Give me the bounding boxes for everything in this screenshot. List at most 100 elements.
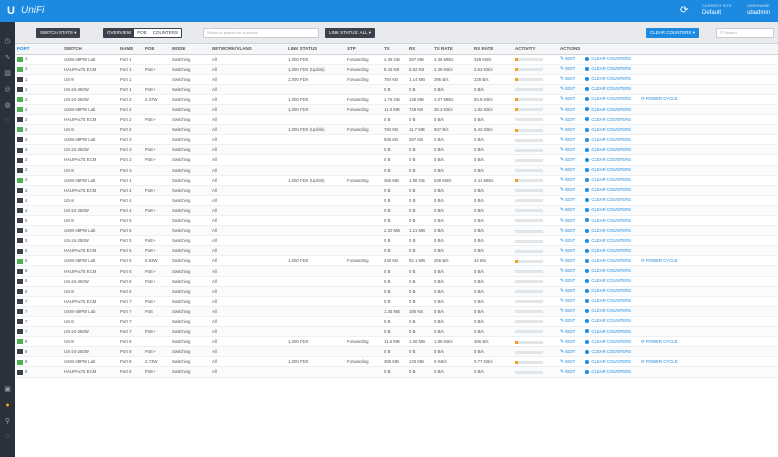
table-row[interactable]: 2 HAUPAx75 ECM Port 2 PoE+ Switching All 0 B0 …: [15, 114, 778, 126]
table-row[interactable]: 6 USW-48PW Lab Port 6 5.83W Switching All 1,00…: [15, 255, 778, 267]
site-selector[interactable]: Default: [702, 10, 721, 16]
table-row[interactable]: 5 US-24-250W Port 5 PoE+ Switching All 0 B0 B0…: [15, 235, 778, 247]
table-row[interactable]: 7 US-8 Port 7 Switching All 0 B0 B0 B/s 0 B/s ✎…: [15, 316, 778, 328]
edit-button[interactable]: ✎ EDIT: [560, 329, 575, 335]
edit-button[interactable]: ✎ EDIT: [560, 157, 575, 163]
clear-counters-link[interactable]: CLEAR COUNTERS: [585, 127, 631, 132]
table-row[interactable]: 1 HAUPAx75 ECM Port 1 PoE+ Switching All 1,000…: [15, 64, 778, 75]
edit-button[interactable]: ✎ EDIT: [560, 137, 575, 143]
edit-button[interactable]: ✎ EDIT: [560, 147, 575, 153]
clear-counters-link[interactable]: CLEAR COUNTERS: [585, 147, 631, 152]
table-row[interactable]: 2 US-8 Port 2 Switching All 1,000 FDX (Uplink…: [15, 124, 778, 136]
table-row[interactable]: 3 USW-48PW Lab Port 3 Switching All 936 KB 297…: [15, 134, 778, 146]
table-row[interactable]: 3 US-8 Port 3 Switching All 0 B0 B0 B/s 0 B/s ✎…: [15, 165, 778, 176]
edit-button[interactable]: ✎ EDIT: [560, 107, 575, 113]
table-row[interactable]: 4 US-8 Port 4 Switching All 0 B0 B0 B/s 0 B/s ✎…: [15, 195, 778, 206]
table-row[interactable]: 2 USW-48PW Lab Port 2 Switching All 1,000 FDX…: [15, 104, 778, 116]
table-row[interactable]: 1 US-8 Port 1 Switching All 1,000 FDX Forwardi…: [15, 74, 778, 85]
edit-button[interactable]: ✎ EDIT: [560, 117, 575, 123]
edit-button[interactable]: ✎ EDIT: [560, 238, 575, 244]
table-row[interactable]: 7 USW-48PW Lab Port 7 PoE Switching All 1.35 M…: [15, 306, 778, 317]
insights-icon[interactable]: ♡: [2, 116, 13, 127]
clear-counters-link[interactable]: CLEAR COUNTERS: [585, 318, 631, 323]
device-search-input[interactable]: Select or search for a device: [203, 28, 319, 38]
edit-button[interactable]: ✎ EDIT: [560, 218, 575, 224]
table-row[interactable]: 8 HAUPAx75 ECM Port 8 PoE+ Switching All 0 B0 …: [15, 366, 778, 378]
clear-counters-link[interactable]: CLEAR COUNTERS: [585, 369, 631, 374]
edit-button[interactable]: ✎ EDIT: [560, 369, 575, 375]
clear-counters-link[interactable]: CLEAR COUNTERS: [585, 157, 631, 162]
table-row[interactable]: 8 USW-48PW Lab Port 8 2.73W Switching All 1,00…: [15, 356, 778, 368]
clear-counters-button[interactable]: CLEAR COUNTERS ▾: [646, 28, 700, 38]
table-search-input[interactable]: ⚲ Search: [716, 28, 774, 38]
edit-button[interactable]: ✎ EDIT: [560, 308, 575, 314]
power-cycle-link[interactable]: ⟳ POWER CYCLE: [641, 359, 678, 364]
refresh-icon[interactable]: ⟳: [680, 5, 688, 16]
edit-button[interactable]: ✎ EDIT: [560, 228, 575, 234]
table-row[interactable]: 6 HAUPAx75 ECM Port 6 PoE+ Switching All 0 B0 …: [15, 265, 778, 277]
link-status-dropdown[interactable]: LINK STATUS: ALL ▾: [325, 28, 375, 38]
clear-counters-link[interactable]: CLEAR COUNTERS: [585, 248, 631, 253]
clear-counters-link[interactable]: CLEAR COUNTERS: [585, 278, 631, 283]
clear-counters-link[interactable]: CLEAR COUNTERS: [585, 349, 631, 354]
edit-button[interactable]: ✎ EDIT: [560, 288, 575, 294]
column-header[interactable]: POE: [143, 44, 170, 55]
clear-counters-link[interactable]: CLEAR COUNTERS: [585, 298, 631, 303]
table-row[interactable]: 8 US-24-250W Port 8 PoE+ Switching All 0 B0 B0…: [15, 346, 778, 358]
clear-counters-link[interactable]: CLEAR COUNTERS: [585, 187, 631, 192]
edit-button[interactable]: ✎ EDIT: [560, 359, 575, 365]
column-header[interactable]: ACTIONS: [558, 44, 778, 55]
table-row[interactable]: 7 HAUPAx75 ECM Port 7 PoE+ Switching All 0 B0 …: [15, 296, 778, 307]
search-icon[interactable]: ⚲: [2, 416, 13, 427]
clear-counters-link[interactable]: CLEAR COUNTERS: [585, 268, 631, 273]
clear-counters-link[interactable]: CLEAR COUNTERS: [585, 66, 631, 71]
column-header[interactable]: RX: [407, 44, 432, 55]
clear-counters-link[interactable]: CLEAR COUNTERS: [585, 137, 631, 142]
table-row[interactable]: 5 USW-48PW Lab Port 5 Switching All 2.22 MB 1.…: [15, 225, 778, 237]
column-header[interactable]: TX RATE: [432, 44, 472, 55]
edit-button[interactable]: ✎ EDIT: [560, 278, 575, 284]
clear-counters-link[interactable]: CLEAR COUNTERS: [585, 96, 631, 101]
devices-icon[interactable]: ◎: [2, 84, 13, 95]
clear-counters-link[interactable]: CLEAR COUNTERS: [585, 228, 631, 233]
column-header[interactable]: SWITCH: [62, 44, 118, 55]
clear-counters-link[interactable]: CLEAR COUNTERS: [585, 56, 631, 61]
table-row[interactable]: 2 US-24-250W Port 2 4.37W Switching All 1,000 …: [15, 94, 778, 105]
edit-button[interactable]: ✎ EDIT: [560, 86, 575, 92]
column-header[interactable]: PORT: [15, 44, 62, 55]
edit-button[interactable]: ✎ EDIT: [560, 349, 575, 355]
column-header[interactable]: RX RATE: [472, 44, 513, 55]
clear-counters-link[interactable]: CLEAR COUNTERS: [585, 238, 631, 243]
edit-button[interactable]: ✎ EDIT: [560, 127, 575, 133]
edit-button[interactable]: ✎ EDIT: [560, 248, 575, 254]
column-header[interactable]: LINK STATUS: [286, 44, 345, 55]
table-row[interactable]: 1 USW-48PW Lab Port 1 Switching All 1,000 FDX…: [15, 54, 778, 65]
clear-counters-link[interactable]: CLEAR COUNTERS: [585, 76, 631, 81]
switch-stats-dropdown[interactable]: SWITCH STATS ▾: [36, 28, 81, 38]
table-row[interactable]: 8 US-8 Port 8 Switching All 1,000 FDX Forwardi…: [15, 336, 778, 348]
table-row[interactable]: 5 US-8 Port 5 Switching All 0 B0 B0 B/s 0 B/s ✎…: [15, 215, 778, 227]
clear-counters-link[interactable]: CLEAR COUNTERS: [585, 86, 631, 91]
table-row[interactable]: 3 US-24-250W Port 3 PoE+ Switching All 0 B0 B0…: [15, 144, 778, 156]
edit-button[interactable]: ✎ EDIT: [560, 197, 575, 203]
clear-counters-link[interactable]: CLEAR COUNTERS: [585, 197, 631, 202]
column-header[interactable]: ACTIVITY: [513, 44, 558, 55]
clear-counters-link[interactable]: CLEAR COUNTERS: [585, 207, 631, 212]
power-cycle-link[interactable]: ⟳ POWER CYCLE: [641, 258, 678, 263]
clear-counters-link[interactable]: CLEAR COUNTERS: [585, 288, 631, 293]
clear-counters-link[interactable]: CLEAR COUNTERS: [585, 308, 631, 313]
column-header[interactable]: TX: [382, 44, 407, 55]
statistics-icon[interactable]: ∿: [2, 52, 13, 63]
column-header[interactable]: STP: [345, 44, 382, 55]
table-row[interactable]: 1 US-24-250W Port 1 PoE+ Switching All 0 B0 B0…: [15, 84, 778, 95]
tab-poe[interactable]: POE: [134, 29, 150, 37]
table-row[interactable]: 3 HAUPAx75 ECM Port 3 PoE+ Switching All 0 B0 …: [15, 154, 778, 166]
edit-button[interactable]: ✎ EDIT: [560, 258, 575, 264]
column-header[interactable]: NAME: [118, 44, 143, 55]
clear-counters-link[interactable]: CLEAR COUNTERS: [585, 359, 631, 364]
notifications-icon[interactable]: ●: [2, 400, 13, 411]
table-row[interactable]: 6 US-24-250W Port 6 PoE+ Switching All 0 B0 B0…: [15, 276, 778, 287]
tab-overview[interactable]: OVERVIEW: [104, 29, 135, 37]
clear-counters-link[interactable]: CLEAR COUNTERS: [585, 339, 631, 344]
edit-button[interactable]: ✎ EDIT: [560, 167, 575, 173]
